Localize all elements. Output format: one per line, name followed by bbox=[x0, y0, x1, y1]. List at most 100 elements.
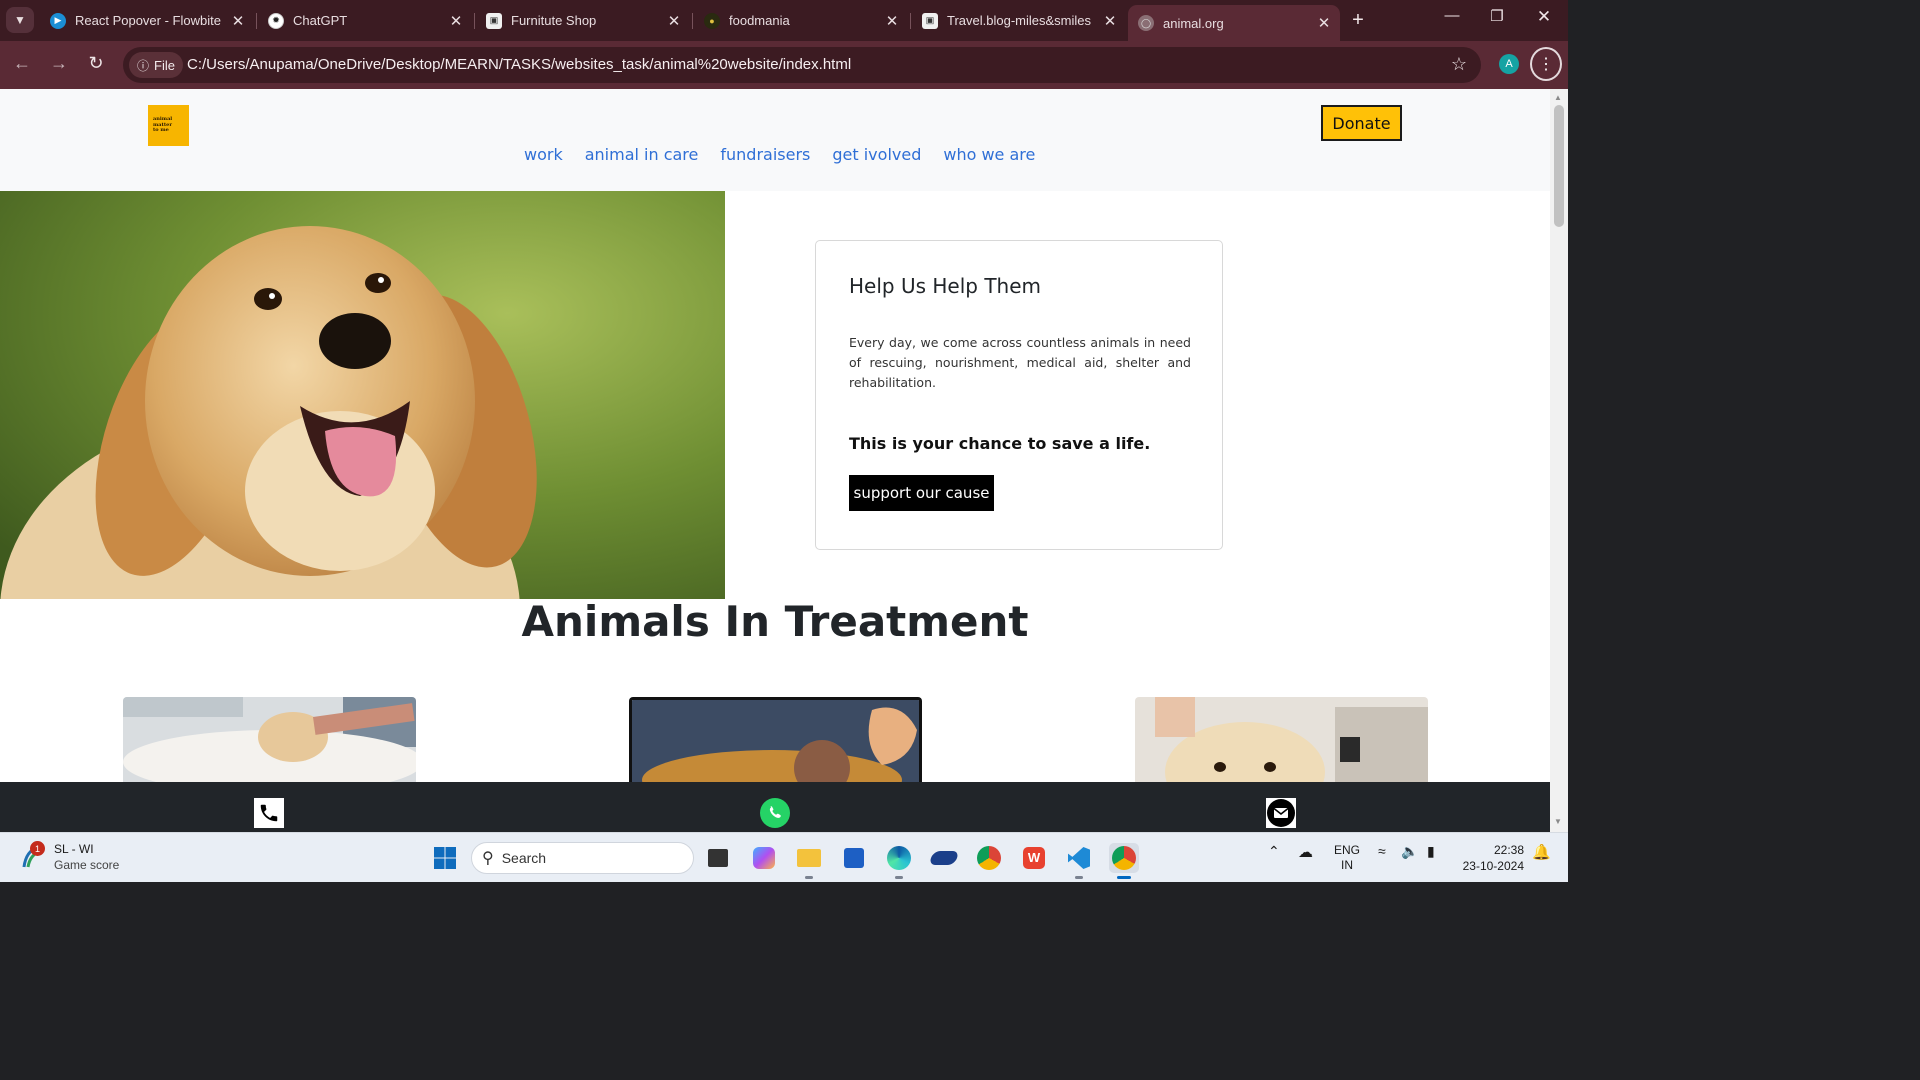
nav-link-work[interactable]: work bbox=[513, 145, 574, 164]
url-text[interactable]: C:/Users/Anupama/OneDrive/Desktop/MEARN/… bbox=[187, 56, 851, 73]
new-tab-button[interactable]: + bbox=[1346, 9, 1370, 32]
start-button[interactable] bbox=[430, 843, 460, 873]
tab-foodmania[interactable]: ● foodmania ✕ bbox=[694, 6, 908, 35]
clock-date: 23-10-2024 bbox=[1462, 859, 1524, 873]
globe-icon: ◯ bbox=[1138, 15, 1154, 31]
copilot-button[interactable] bbox=[749, 843, 779, 873]
close-icon[interactable]: ✕ bbox=[1314, 14, 1334, 32]
close-icon[interactable]: ✕ bbox=[882, 12, 902, 30]
plus-icon: + bbox=[1352, 9, 1364, 31]
arrow-left-icon: ← bbox=[13, 53, 31, 73]
bell-icon[interactable]: 🔔 bbox=[1532, 843, 1551, 861]
help-card-text: Every day, we come across countless anim… bbox=[849, 335, 1191, 390]
scroll-thumb[interactable] bbox=[1554, 105, 1564, 227]
reload-button[interactable]: ↻ bbox=[84, 53, 108, 74]
profile-avatar[interactable]: A bbox=[1499, 54, 1519, 74]
phone-icon[interactable] bbox=[254, 798, 284, 828]
tab-strip: ▼ ▶ React Popover - Flowbite ✕ ✹ ChatGPT… bbox=[0, 0, 1568, 41]
tab-title: Travel.blog-miles&smiles bbox=[947, 13, 1091, 28]
language-indicator[interactable]: ENG IN bbox=[1334, 843, 1360, 873]
tab-chatgpt[interactable]: ✹ ChatGPT ✕ bbox=[258, 6, 472, 35]
address-bar[interactable]: ⓘ File C:/Users/Anupama/OneDrive/Desktop… bbox=[123, 47, 1481, 83]
chrome-button[interactable] bbox=[974, 843, 1004, 873]
close-icon: ✕ bbox=[1536, 7, 1552, 26]
page-icon: ▣ bbox=[922, 12, 938, 29]
windows-icon bbox=[434, 847, 456, 869]
treatment-card-image[interactable] bbox=[629, 697, 922, 787]
close-window-button[interactable]: ✕ bbox=[1521, 7, 1567, 27]
donate-button[interactable]: Donate bbox=[1321, 105, 1402, 141]
treatment-card-image[interactable] bbox=[123, 697, 416, 787]
treatment-card-image[interactable] bbox=[1135, 697, 1428, 787]
nav-link-animal-in-care[interactable]: animal in care bbox=[574, 145, 710, 164]
chrome-icon bbox=[977, 846, 1001, 870]
restore-icon: ❐ bbox=[1490, 8, 1504, 25]
tab-title: React Popover - Flowbite bbox=[75, 13, 221, 28]
scroll-down-icon[interactable]: ▼ bbox=[1554, 817, 1562, 826]
site-logo[interactable]: animal matter to me bbox=[148, 105, 189, 146]
app-button[interactable] bbox=[928, 843, 960, 873]
minimize-icon: — bbox=[1444, 7, 1460, 24]
nav-link-who-we-are[interactable]: who we are bbox=[932, 145, 1046, 164]
close-icon[interactable]: ✕ bbox=[446, 12, 466, 30]
battery-icon[interactable]: ▮ bbox=[1427, 843, 1435, 860]
tab-title: ChatGPT bbox=[293, 13, 348, 28]
onedrive-icon[interactable]: ☁ bbox=[1298, 843, 1313, 861]
store-button[interactable] bbox=[839, 843, 869, 873]
page-icon: ▣ bbox=[486, 12, 502, 29]
help-card-callout: This is your chance to save a life. bbox=[849, 434, 1151, 453]
file-chip-label: File bbox=[154, 57, 175, 73]
weather-widget[interactable]: 1 SL - WI Game score bbox=[18, 841, 119, 873]
support-cause-button[interactable]: support our cause bbox=[849, 475, 994, 511]
wps-button[interactable]: W bbox=[1019, 843, 1049, 873]
folder-icon bbox=[797, 849, 821, 867]
close-icon[interactable]: ✕ bbox=[664, 12, 684, 30]
tab-title: Furnitute Shop bbox=[511, 13, 597, 28]
task-view-button[interactable] bbox=[703, 843, 733, 873]
edge-button[interactable] bbox=[884, 843, 914, 879]
tab-search-button[interactable]: ▼ bbox=[6, 7, 34, 33]
reload-icon: ↻ bbox=[88, 53, 104, 73]
close-icon[interactable]: ✕ bbox=[228, 12, 248, 30]
file-explorer-button[interactable] bbox=[794, 843, 824, 879]
info-icon: ⓘ bbox=[137, 58, 150, 73]
region-code: IN bbox=[1341, 858, 1353, 872]
tray-overflow-icon[interactable]: ⌃ bbox=[1268, 843, 1280, 860]
clock-time: 22:38 bbox=[1493, 843, 1524, 857]
task-view-icon bbox=[708, 849, 728, 867]
back-button[interactable]: ← bbox=[10, 53, 34, 74]
vscode-button[interactable] bbox=[1064, 843, 1094, 879]
volume-icon[interactable]: 🔈 bbox=[1401, 843, 1418, 860]
browser-menu-button[interactable]: ⋮ bbox=[1530, 47, 1562, 81]
bookmark-star-icon[interactable]: ☆ bbox=[1451, 54, 1467, 75]
wifi-icon[interactable]: ≈ bbox=[1378, 843, 1386, 859]
edge-icon bbox=[887, 846, 911, 870]
arrow-right-icon: → bbox=[50, 53, 68, 73]
whatsapp-icon[interactable] bbox=[760, 798, 790, 828]
minimize-button[interactable]: — bbox=[1429, 7, 1475, 24]
tab-travel-blog[interactable]: ▣ Travel.blog-miles&smiles ✕ bbox=[912, 6, 1126, 35]
mail-icon[interactable] bbox=[1266, 798, 1296, 828]
main-nav: work animal in care fundraisers get ivol… bbox=[513, 145, 1046, 164]
taskbar-search[interactable]: ⚲ Search bbox=[471, 842, 694, 874]
forward-button[interactable]: → bbox=[47, 53, 71, 74]
search-placeholder: Search bbox=[501, 850, 547, 866]
nav-link-fundraisers[interactable]: fundraisers bbox=[709, 145, 821, 164]
nav-link-get-involved[interactable]: get ivolved bbox=[821, 145, 932, 164]
dog-illustration bbox=[0, 191, 725, 599]
restore-button[interactable]: ❐ bbox=[1474, 7, 1520, 25]
tab-animal-org[interactable]: ◯ animal.org ✕ bbox=[1128, 5, 1340, 41]
tab-divider bbox=[692, 13, 693, 29]
page-scrollbar[interactable]: ▲ ▼ bbox=[1550, 89, 1568, 832]
tab-flowbite[interactable]: ▶ React Popover - Flowbite ✕ bbox=[40, 6, 254, 35]
search-icon: ⚲ bbox=[482, 850, 494, 867]
site-info-chip[interactable]: ⓘ File bbox=[129, 52, 183, 78]
clock[interactable]: 22:38 23-10-2024 bbox=[1458, 842, 1524, 874]
hero-dog-image bbox=[0, 191, 725, 599]
close-icon[interactable]: ✕ bbox=[1100, 12, 1120, 30]
notification-badge: 1 bbox=[30, 841, 45, 856]
scroll-up-icon[interactable]: ▲ bbox=[1554, 93, 1562, 102]
page-viewport: animal matter to me work animal in care … bbox=[0, 89, 1550, 832]
tab-furniture-shop[interactable]: ▣ Furnitute Shop ✕ bbox=[476, 6, 690, 35]
chrome-profile-button[interactable] bbox=[1109, 843, 1139, 879]
